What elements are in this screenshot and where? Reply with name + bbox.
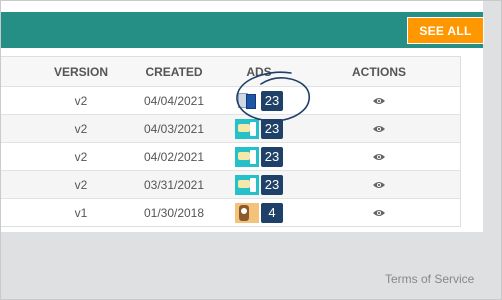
version-cell: v2 (74, 149, 88, 164)
table-row: v2 04/03/2021 23 (1, 114, 460, 142)
ads-count-badge[interactable]: 23 (260, 174, 284, 195)
version-cell: v1 (74, 205, 88, 220)
table-header: VERSION CREATED ADS ACTIONS (1, 57, 460, 86)
ads-count-badge[interactable]: 23 (260, 90, 284, 111)
see-all-button[interactable]: SEE ALL (407, 17, 484, 44)
created-date-cell: 01/30/2018 (143, 205, 205, 220)
ads-count-badge[interactable]: 23 (260, 146, 284, 167)
eye-icon[interactable] (372, 152, 386, 162)
teal-ad-thumbnail[interactable] (234, 174, 259, 195)
version-cell: v2 (74, 121, 88, 136)
created-date-cell: 04/02/2021 (143, 149, 205, 164)
version-cell: v2 (74, 93, 88, 108)
ads-cell: 23 (229, 143, 289, 170)
eye-icon[interactable] (372, 96, 386, 106)
ads-cell: 23 (229, 87, 289, 114)
ads-cell: 23 (229, 171, 289, 198)
table-row: v2 04/02/2021 23 (1, 142, 460, 170)
table-row: v2 03/31/2021 23 (1, 170, 460, 198)
content-panel: SEE ALL VERSION CREATED ADS ACTIONS v2 0… (1, 1, 484, 232)
table-row: v2 04/04/2021 23 (1, 86, 460, 114)
column-header-ads: ADS (246, 64, 272, 79)
view-action[interactable] (339, 115, 419, 142)
view-action[interactable] (339, 87, 419, 114)
ads-cell: 23 (229, 115, 289, 142)
view-action[interactable] (339, 171, 419, 198)
eye-icon[interactable] (372, 208, 386, 218)
column-header-actions: ACTIONS (352, 64, 406, 79)
view-action[interactable] (339, 143, 419, 170)
created-date-cell: 04/03/2021 (143, 121, 205, 136)
created-date-cell: 04/04/2021 (143, 93, 205, 108)
column-header-created: CREATED (145, 64, 203, 79)
ads-count-badge[interactable]: 4 (261, 202, 283, 223)
eye-icon[interactable] (372, 124, 386, 134)
table-row: v1 01/30/2018 4 (1, 198, 460, 226)
orange-ad-thumbnail[interactable] (235, 202, 259, 223)
ads-count-badge[interactable]: 23 (260, 118, 284, 139)
teal-ad-thumbnail[interactable] (234, 146, 259, 167)
eye-icon[interactable] (372, 180, 386, 190)
created-date-cell: 03/31/2021 (143, 177, 205, 192)
versions-table: VERSION CREATED ADS ACTIONS v2 04/04/202… (1, 56, 461, 227)
view-action[interactable] (339, 199, 419, 226)
terms-of-service-link[interactable]: Terms of Service (385, 272, 474, 286)
teal-ad-thumbnail[interactable] (234, 118, 259, 139)
version-cell: v2 (74, 177, 88, 192)
ads-cell: 4 (229, 199, 289, 226)
column-header-version: VERSION (53, 64, 108, 79)
documents-thumbnail[interactable] (234, 90, 259, 111)
